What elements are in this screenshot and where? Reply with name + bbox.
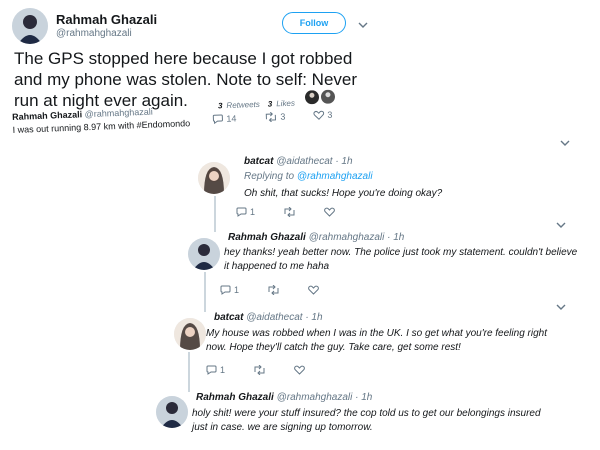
reply-actions: 1 [236,207,363,217]
heart-icon [313,110,325,120]
reply-text-line: holy shit! were your stuff insured? the … [192,408,541,419]
thread-line [214,196,216,232]
avatar-main[interactable] [12,8,48,44]
heart-icon [324,207,335,217]
retweet-action[interactable] [267,285,280,295]
reply-text: My house was robbed when I was in the UK… [206,327,547,355]
quoted-handle: @rahmahghazali [84,106,154,120]
reply-name[interactable]: Rahmah Ghazali [228,232,306,243]
like-action[interactable] [308,285,319,295]
reply-action[interactable]: 1 [236,207,255,217]
reply-handle[interactable]: @aidathecat [246,312,302,323]
retweet-icon [268,285,279,295]
avatar-image [156,396,188,428]
reply-icon [206,365,217,375]
retweet-action[interactable] [253,365,266,375]
like-action[interactable] [324,207,335,217]
like-action[interactable] [294,365,305,375]
reply-handle[interactable]: @rahmahghazali [277,392,353,403]
chevron-down-icon[interactable] [556,302,566,312]
reply-count: 1 [250,207,256,217]
author-name[interactable]: Rahmah Ghazali [56,12,157,27]
reply-text-line: My house was robbed when I was in the UK… [206,328,547,339]
quoted-name: Rahmah Ghazali [12,109,83,122]
reply-header: Rahmah Ghazali @rahmahghazali · 1h [196,392,372,403]
retweet-icon [254,365,265,375]
reply-text: hey thanks! yeah better now. The police … [224,246,577,274]
avatar-image [198,162,230,194]
heart-icon [294,365,305,375]
reply-time[interactable]: · 1h [335,156,352,167]
replying-to: Replying to @rahmahghazali [244,171,373,182]
quoted-retweet-action[interactable]: 3 [264,111,286,123]
avatar-reply[interactable] [156,396,188,428]
quoted-like-action[interactable]: 3 [313,109,333,121]
reply-time[interactable]: · 1h [355,392,372,403]
author-handle[interactable]: @rahmahghazali [56,28,132,39]
reply-action[interactable]: 1 [206,365,225,375]
reply-action[interactable]: 1 [220,285,239,295]
reply-icon [220,285,231,295]
retweet-icon [284,207,295,217]
reply-name[interactable]: batcat [214,312,243,323]
reply-text-line: now. Hope they'll catch the guy. Take ca… [206,342,461,353]
quoted-retweet-count: 3 [280,111,286,122]
retweet-action[interactable] [283,207,296,217]
quoted-reply-action[interactable]: 14 [212,113,237,125]
chevron-down-icon[interactable] [556,220,566,230]
tweet-text-line: The GPS stopped here because I got robbe… [14,49,353,68]
reply-icon [212,114,223,125]
reply-handle[interactable]: @rahmahghazali [309,232,385,243]
reply-text: holy shit! were your stuff insured? the … [192,407,541,435]
thread-line [204,272,206,312]
reply-time[interactable]: · 1h [305,312,322,323]
quoted-like-count: 3 [327,109,333,120]
reply-actions: 1 [220,285,347,295]
follow-button[interactable]: Follow [282,12,346,34]
reply-text-line: it happened to me haha [224,261,330,272]
reply-text-line: hey thanks! yeah better now. The police … [224,247,578,258]
avatar-reply[interactable] [174,318,206,350]
thread-line [188,352,190,392]
reply-count: 1 [220,365,226,375]
tweet-text-line: and my phone was stolen. Note to self: N… [14,70,358,89]
replying-to-link[interactable]: @rahmahghazali [297,171,373,182]
reply-actions: 1 [206,365,333,375]
avatar-image [12,8,48,44]
heart-icon [308,285,319,295]
avatar-image [188,238,220,270]
reply-time[interactable]: · 1h [387,232,404,243]
quoted-reply-count: 14 [226,113,237,124]
reply-name[interactable]: batcat [244,156,273,167]
reply-name[interactable]: Rahmah Ghazali [196,392,274,403]
avatar-reply[interactable] [198,162,230,194]
reply-header: batcat @aidathecat · 1h [244,156,353,167]
avatar-reply[interactable] [188,238,220,270]
chevron-down-icon[interactable] [358,20,368,30]
reply-header: Rahmah Ghazali @rahmahghazali · 1h [228,232,404,243]
reply-count: 1 [234,285,240,295]
follow-button-label: Follow [299,18,329,28]
avatar-image [174,318,206,350]
replying-prefix: Replying to [244,171,295,182]
reply-text-line: just in case. we are signing up tomorrow… [192,422,373,433]
reply-icon [236,207,247,217]
reply-text: Oh shit, that sucks! Hope you're doing o… [244,188,443,199]
reply-handle[interactable]: @aidathecat [276,156,332,167]
reply-header: batcat @aidathecat · 1h [214,312,323,323]
chevron-down-icon[interactable] [560,138,570,148]
retweet-icon [265,111,277,123]
